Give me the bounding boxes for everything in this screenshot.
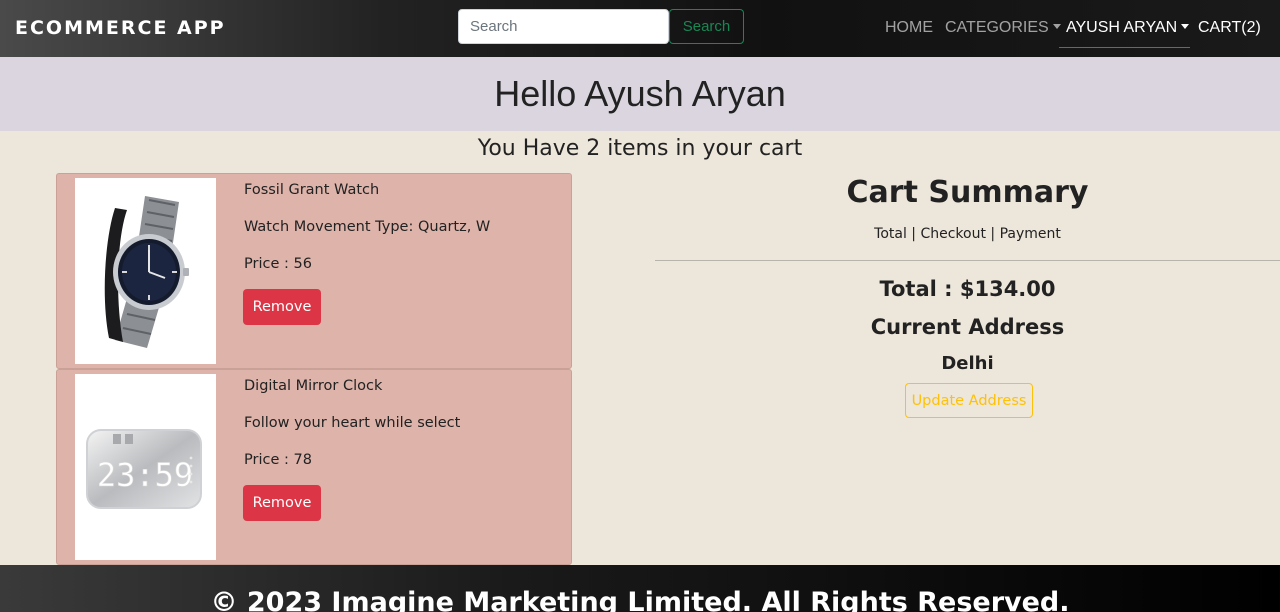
wristwatch-image xyxy=(75,178,216,364)
footer: © 2023 Imagine Marketing Limited. All Ri… xyxy=(0,565,1280,612)
summary-divider xyxy=(655,260,1280,261)
greeting-banner: Hello Ayush Aryan xyxy=(0,57,1280,131)
current-address-value: Delhi xyxy=(941,353,994,374)
search-button[interactable]: Search xyxy=(669,9,744,44)
digital-clock-image: 23:59 xyxy=(75,374,216,560)
cart-item-description: Watch Movement Type: Quartz, W xyxy=(244,219,491,235)
cart-item-price: Price : 78 xyxy=(244,452,312,468)
remove-button[interactable]: Remove xyxy=(243,485,321,521)
cart-summary-subtitle: Total | Checkout | Payment xyxy=(874,226,1061,242)
cart-item: 23:59 Digital Mirror Clock Follow your h… xyxy=(56,369,572,565)
greeting-title: Hello Ayush Aryan xyxy=(494,73,786,114)
cart-item: Fossil Grant Watch Watch Movement Type: … xyxy=(56,173,572,369)
search-input[interactable] xyxy=(458,9,669,44)
nav-link-cart[interactable]: CART(2) xyxy=(1198,19,1261,37)
user-menu-underline xyxy=(1059,47,1190,48)
cart-item-name: Digital Mirror Clock xyxy=(244,378,383,394)
nav-categories-label: CATEGORIES xyxy=(945,19,1049,36)
cart-total: Total : $134.00 xyxy=(879,277,1056,301)
caret-down-icon xyxy=(1181,24,1190,29)
cart-item-price: Price : 56 xyxy=(244,256,312,272)
footer-copyright: © 2023 Imagine Marketing Limited. All Ri… xyxy=(210,587,1070,612)
cart-item-name: Fossil Grant Watch xyxy=(244,182,380,198)
navbar: ECOMMERCE APP Search HOME CATEGORIES AYU… xyxy=(0,0,1280,57)
caret-down-icon xyxy=(1052,24,1061,29)
clock-display-text: 23:59 xyxy=(97,456,193,494)
update-address-button[interactable]: Update Address xyxy=(905,383,1033,418)
nav-link-home[interactable]: HOME xyxy=(885,19,933,37)
cart-count-text: You Have 2 items in your cart xyxy=(477,136,803,161)
cart-summary-title: Cart Summary xyxy=(846,175,1089,210)
current-address-title: Current Address xyxy=(870,315,1065,339)
nav-dropdown-user[interactable]: AYUSH ARYAN xyxy=(1066,19,1190,37)
cart-item-description: Follow your heart while select xyxy=(244,415,461,431)
nav-dropdown-categories[interactable]: CATEGORIES xyxy=(945,19,1061,37)
nav-user-label: AYUSH ARYAN xyxy=(1066,19,1178,36)
remove-button[interactable]: Remove xyxy=(243,289,321,325)
brand-logo[interactable]: ECOMMERCE APP xyxy=(15,17,226,39)
